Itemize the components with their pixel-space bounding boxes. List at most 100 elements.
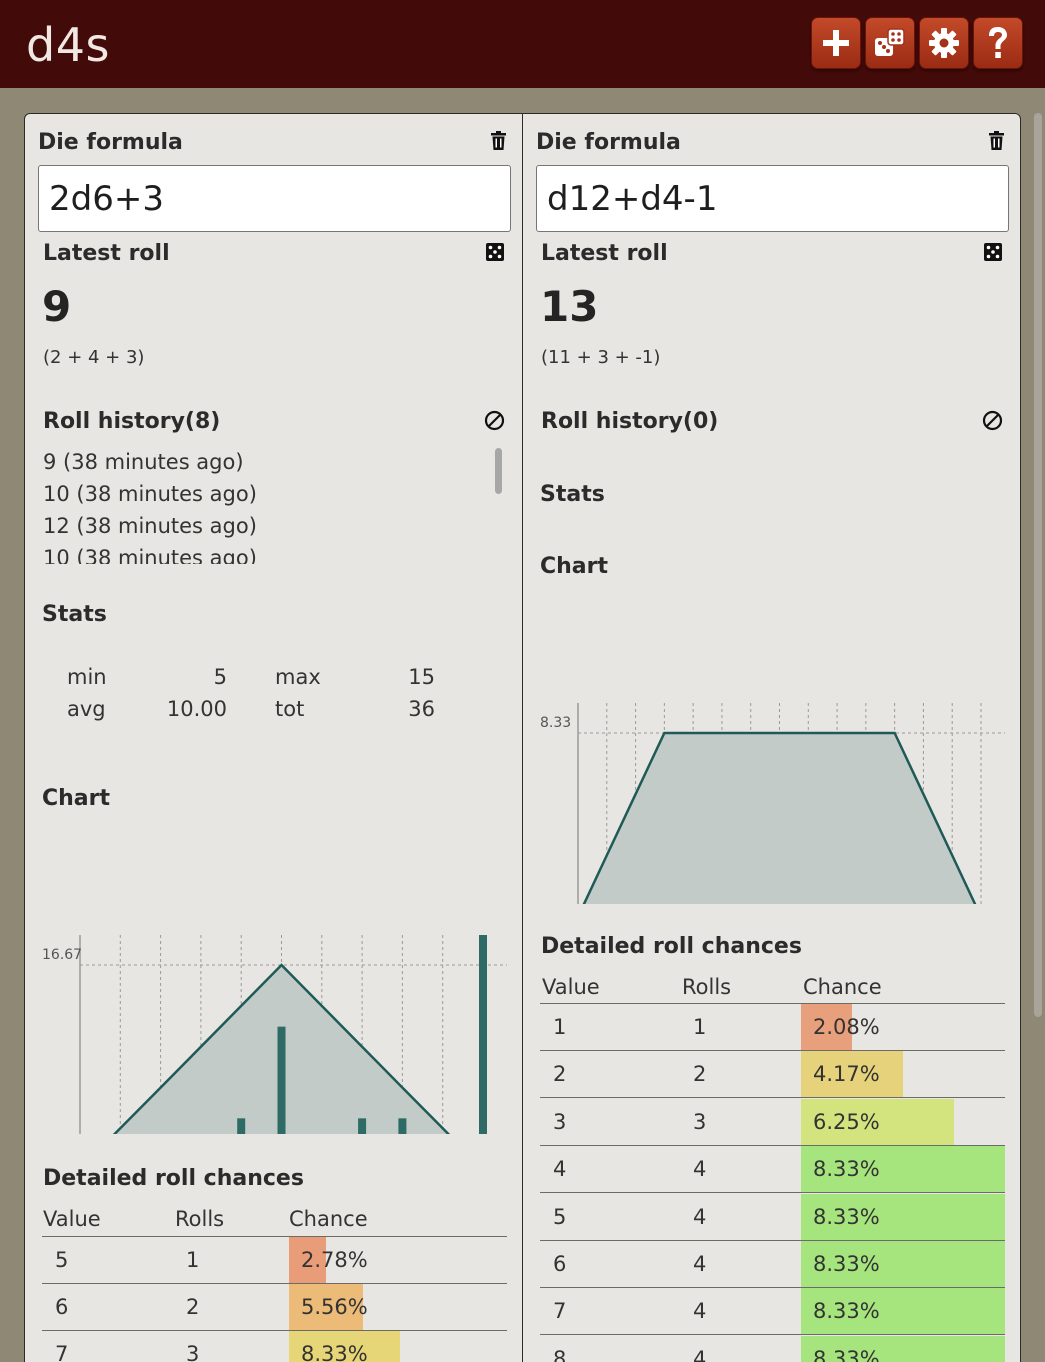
plus-icon xyxy=(823,30,849,56)
roll-history-label: Roll history(0) xyxy=(541,409,719,434)
roll-count-bar xyxy=(277,1026,286,1134)
table-row: 1 1 2.08% xyxy=(540,1004,1005,1051)
stat-avg-value: 10.00 xyxy=(166,697,227,721)
cell-value: 3 xyxy=(553,1109,567,1134)
clear-history-icon[interactable] xyxy=(982,410,1003,431)
cell-value: 5 xyxy=(55,1248,69,1272)
roll-all-button[interactable] xyxy=(865,17,915,69)
table-row: 6 4 8.33% xyxy=(540,1241,1005,1288)
app-header: d4s xyxy=(0,0,1045,88)
latest-roll-label: Latest roll xyxy=(43,241,170,266)
help-button[interactable] xyxy=(973,17,1023,69)
page-scrollbar[interactable] xyxy=(1034,113,1042,1017)
table-row: 8 4 8.33% xyxy=(540,1335,1005,1362)
trash-icon[interactable] xyxy=(989,131,1004,150)
settings-button[interactable] xyxy=(919,17,969,69)
table-row: 3 3 6.25% xyxy=(540,1098,1005,1146)
cell-rolls: 1 xyxy=(693,1015,707,1039)
roll-count-bar xyxy=(358,1118,367,1134)
roll-count-bar xyxy=(237,1118,246,1134)
cell-value: 5 xyxy=(553,1204,567,1229)
detailed-roll-chances-label: Detailed roll chances xyxy=(541,934,802,959)
probability-chart: 16.670.0056789101112131415 xyxy=(42,935,507,1134)
cell-rolls: 4 xyxy=(693,1299,707,1324)
cell-rolls: 4 xyxy=(693,1157,707,1182)
table-row: 5 4 8.33% xyxy=(540,1193,1005,1241)
cell-value: 6 xyxy=(553,1252,567,1276)
formula-input[interactable] xyxy=(38,165,511,232)
stats-label: Stats xyxy=(42,602,107,627)
cell-value: 4 xyxy=(553,1157,567,1182)
history-item: 12 (38 minutes ago) xyxy=(43,514,257,538)
latest-roll-value: 13 xyxy=(540,282,599,331)
add-die-button[interactable] xyxy=(811,17,861,69)
cell-value: 1 xyxy=(553,1015,567,1039)
roll-history-label: Roll history(8) xyxy=(43,409,221,434)
col-chance-header: Chance xyxy=(289,1207,368,1231)
cell-rolls: 4 xyxy=(693,1252,707,1276)
cell-value: 6 xyxy=(55,1295,69,1319)
latest-roll-label: Latest roll xyxy=(541,241,668,266)
cell-chance: 4.17% xyxy=(813,1062,880,1087)
col-value-header: Value xyxy=(43,1207,101,1231)
formula-input[interactable] xyxy=(536,165,1009,232)
stat-min-value: 5 xyxy=(213,665,227,689)
dice-icon[interactable] xyxy=(486,243,504,261)
roll-count-bar xyxy=(479,935,487,1134)
cell-chance: 8.33% xyxy=(813,1299,880,1324)
dice-icon[interactable] xyxy=(984,243,1002,261)
cell-rolls: 4 xyxy=(693,1204,707,1229)
trash-icon[interactable] xyxy=(491,131,506,150)
cell-rolls: 2 xyxy=(693,1062,707,1087)
stat-tot-label: tot xyxy=(275,697,305,721)
col-chance-header: Chance xyxy=(803,975,882,999)
cell-rolls: 4 xyxy=(693,1346,707,1362)
cell-chance: 5.56% xyxy=(301,1295,368,1319)
history-item: 9 (38 minutes ago) xyxy=(43,450,244,474)
table-row: 5 1 2.78% xyxy=(42,1237,507,1284)
stat-min-label: min xyxy=(67,665,107,689)
latest-roll-value: 9 xyxy=(42,282,72,331)
stat-avg-label: avg xyxy=(67,697,106,721)
app-title: d4s xyxy=(26,18,110,72)
cell-value: 8 xyxy=(553,1346,567,1362)
stat-max-value: 15 xyxy=(408,665,435,689)
probability-area xyxy=(584,733,975,904)
cell-rolls: 3 xyxy=(186,1342,200,1362)
table-row: 7 4 8.33% xyxy=(540,1288,1005,1336)
table-row: 4 4 8.33% xyxy=(540,1146,1005,1194)
probability-chart: 8.330.00123456789101112131415 xyxy=(540,703,1005,904)
roll-breakdown: (2 + 4 + 3) xyxy=(43,347,145,368)
roll-breakdown: (11 + 3 + -1) xyxy=(541,347,661,368)
die-panel-right: Die formula Latest roll 13 (11 + 3 + -1)… xyxy=(522,113,1021,1362)
clear-history-icon[interactable] xyxy=(484,410,505,431)
cell-value: 2 xyxy=(553,1062,567,1087)
table-row: 7 3 8.33% xyxy=(42,1331,507,1362)
history-item: 10 (38 minutes ago) xyxy=(43,482,257,506)
cell-chance: 2.78% xyxy=(301,1248,368,1272)
roll-history-list[interactable]: 9 (38 minutes ago) 10 (38 minutes ago) 1… xyxy=(43,446,483,564)
col-rolls-header: Rolls xyxy=(682,975,732,999)
die-formula-label: Die formula xyxy=(536,130,681,155)
y-tick-label: 8.33 xyxy=(540,715,571,731)
cell-chance: 2.08% xyxy=(813,1015,880,1039)
dice-icon xyxy=(875,28,905,56)
chart-label: Chart xyxy=(42,786,111,811)
table-row: 6 2 5.56% xyxy=(42,1284,507,1331)
detailed-roll-chances-label: Detailed roll chances xyxy=(43,1166,304,1191)
history-item: 10 (38 minutes ago) xyxy=(43,546,257,564)
cell-value: 7 xyxy=(55,1342,69,1362)
chart-label: Chart xyxy=(540,554,609,579)
history-scrollbar[interactable] xyxy=(495,448,502,494)
stats-label: Stats xyxy=(540,482,605,507)
cell-chance: 8.33% xyxy=(813,1157,880,1182)
roll-count-bar xyxy=(398,1118,407,1134)
question-icon xyxy=(989,27,1007,58)
stat-tot-value: 36 xyxy=(408,697,435,721)
gear-icon xyxy=(929,28,959,58)
col-value-header: Value xyxy=(542,975,600,999)
cell-value: 7 xyxy=(553,1299,567,1324)
cell-rolls: 2 xyxy=(186,1295,200,1319)
cell-chance: 8.33% xyxy=(813,1346,880,1362)
y-tick-label: 16.67 xyxy=(42,947,82,963)
